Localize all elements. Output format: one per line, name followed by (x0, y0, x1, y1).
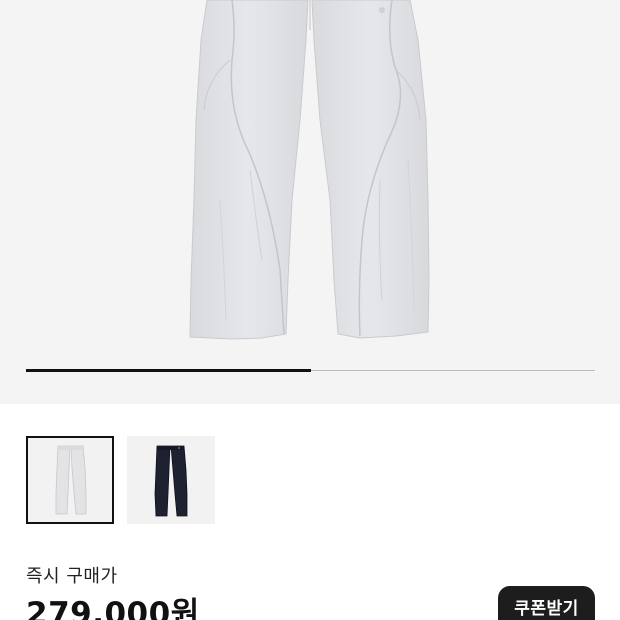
light-gray-pants-image (189, 0, 430, 340)
product-image-gallery[interactable] (0, 0, 620, 404)
price-value: 279,000원 (26, 596, 200, 620)
gallery-progress-track (26, 369, 595, 372)
light-gray-pants-thumbnail (55, 445, 87, 515)
coupon-button[interactable]: 쿠폰받기 (498, 586, 595, 620)
product-page: 즉시 구매가 279,000원 쿠폰받기 (0, 0, 620, 620)
gallery-progress-fill (26, 369, 311, 372)
price-label: 즉시 구매가 (26, 566, 118, 587)
thumbnail-navy[interactable] (127, 436, 215, 524)
navy-pants-thumbnail (154, 445, 188, 517)
thumbnail-light-gray[interactable] (26, 436, 114, 524)
